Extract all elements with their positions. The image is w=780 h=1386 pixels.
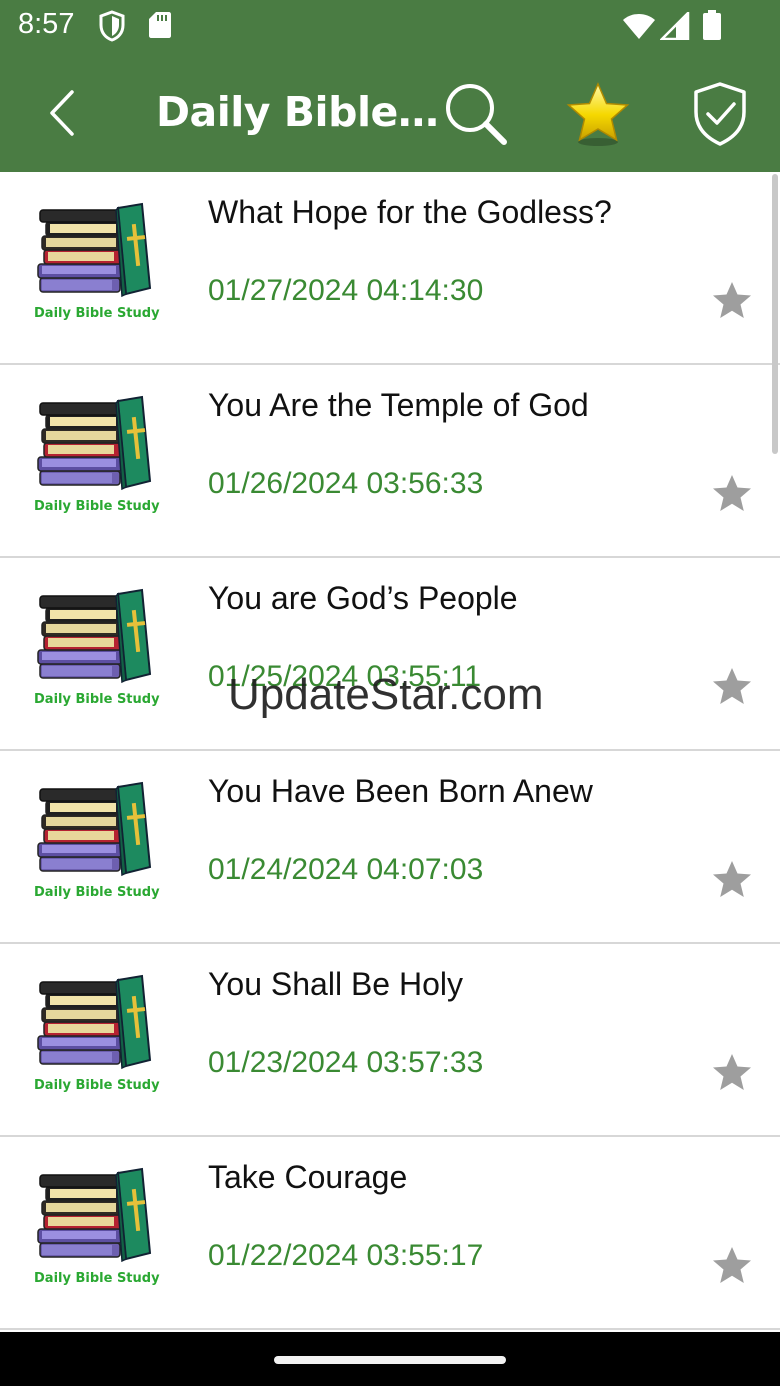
item-title: You Shall Be Holy <box>208 966 463 1002</box>
thumbnail-caption: Daily Bible Study <box>34 306 160 321</box>
home-gesture-handle[interactable] <box>274 1356 506 1364</box>
back-button[interactable] <box>36 82 92 144</box>
item-date: 01/26/2024 03:56:33 <box>208 467 484 500</box>
item-title: Take Courage <box>208 1159 408 1195</box>
devotion-list[interactable]: Daily Bible Study What Hope for the Godl… <box>0 172 780 1332</box>
favorite-star-button[interactable] <box>710 472 754 516</box>
list-item[interactable]: Daily Bible Study You Shall Be Holy 01/2… <box>0 944 780 1137</box>
thumbnail-caption: Daily Bible Study <box>34 885 160 900</box>
favorites-button[interactable] <box>562 78 634 150</box>
favorite-star-button[interactable] <box>710 665 754 709</box>
list-item[interactable]: Daily Bible Study You Are the Temple of … <box>0 365 780 558</box>
list-item[interactable]: Daily Bible Study What Hope for the Godl… <box>0 172 780 365</box>
item-title: You Have Been Born Anew <box>208 773 593 809</box>
shield-check-icon <box>694 82 746 146</box>
back-arrow-icon <box>50 90 74 136</box>
item-date: 01/27/2024 04:14:30 <box>208 274 484 307</box>
star-icon <box>713 475 751 511</box>
star-icon <box>713 282 751 318</box>
item-date: 01/24/2024 04:07:03 <box>208 853 484 886</box>
search-button[interactable] <box>440 78 512 150</box>
star-icon <box>713 861 751 897</box>
item-date: 01/22/2024 03:55:17 <box>208 1239 484 1272</box>
star-icon <box>713 668 751 704</box>
page-title: Daily Bible… <box>156 88 439 136</box>
favorite-star-button[interactable] <box>710 858 754 902</box>
star-icon <box>713 1247 751 1283</box>
status-time: 8:57 <box>18 8 75 40</box>
star-favorites-icon <box>566 82 630 146</box>
item-title: You Are the Temple of God <box>208 387 589 423</box>
search-icon <box>446 84 507 145</box>
status-bar: 8:57 <box>0 0 780 54</box>
wifi-icon <box>622 12 656 44</box>
favorite-star-button[interactable] <box>710 1244 754 1288</box>
star-icon <box>713 1054 751 1090</box>
signal-icon <box>658 9 690 44</box>
thumbnail-caption: Daily Bible Study <box>34 1271 160 1286</box>
shield-icon <box>98 10 126 46</box>
thumbnail-caption: Daily Bible Study <box>34 692 160 707</box>
sd-card-icon <box>148 10 172 44</box>
list-item[interactable]: Daily Bible Study Take Courage 01/22/202… <box>0 1137 780 1330</box>
watermark-text: UpdateStar.com <box>228 670 544 719</box>
list-item[interactable]: Daily Bible Study You Have Been Born Ane… <box>0 751 780 944</box>
list-item[interactable]: Daily Bible Study You are God’s People 0… <box>0 558 780 751</box>
app-bar: Daily Bible… <box>0 54 780 172</box>
navigation-bar <box>0 1332 780 1386</box>
item-date: 01/23/2024 03:57:33 <box>208 1046 484 1079</box>
favorite-star-button[interactable] <box>710 279 754 323</box>
scrollbar[interactable] <box>772 174 778 454</box>
shield-button[interactable] <box>684 78 756 150</box>
item-title: What Hope for the Godless? <box>208 194 612 230</box>
thumbnail-caption: Daily Bible Study <box>34 1078 160 1093</box>
favorite-star-button[interactable] <box>710 1051 754 1095</box>
thumbnail-caption: Daily Bible Study <box>34 499 160 514</box>
item-title: You are God’s People <box>208 580 518 616</box>
battery-icon <box>702 10 722 44</box>
